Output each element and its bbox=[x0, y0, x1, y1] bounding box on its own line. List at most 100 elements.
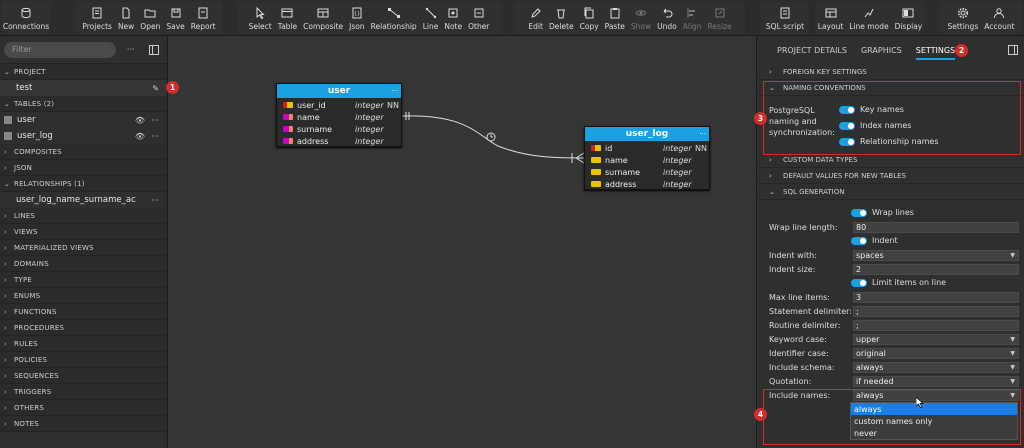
relationship-line[interactable] bbox=[168, 36, 756, 448]
section-project[interactable]: ⌄ PROJECT bbox=[0, 64, 167, 80]
line-button[interactable]: Line bbox=[420, 2, 442, 34]
relationship-button[interactable]: Relationship bbox=[368, 2, 420, 34]
note-button[interactable]: Note bbox=[441, 2, 465, 34]
undo-button[interactable]: Undo bbox=[654, 2, 680, 34]
column-row[interactable]: address integer bbox=[585, 178, 709, 190]
section-json[interactable]: › JSON bbox=[0, 160, 167, 176]
section-triggers[interactable]: › TRIGGERS bbox=[0, 384, 167, 400]
tab-graphics[interactable]: GRAPHICS bbox=[861, 46, 902, 55]
paste-button[interactable]: Paste bbox=[602, 2, 628, 34]
column-row[interactable]: surname integer bbox=[585, 166, 709, 178]
layout-button[interactable]: Layout bbox=[815, 2, 847, 34]
toggle-switch[interactable] bbox=[851, 278, 867, 287]
table-menu-icon[interactable]: ··· bbox=[391, 87, 398, 95]
statement-delimiter-input[interactable]: ; bbox=[853, 306, 1019, 317]
account-button[interactable]: Account bbox=[981, 2, 1017, 34]
copy-button[interactable]: Copy bbox=[577, 2, 602, 34]
section-sequences[interactable]: › SEQUENCES bbox=[0, 368, 167, 384]
section-sql-generation[interactable]: ⌄ SQL GENERATION bbox=[757, 184, 1024, 200]
section-procedures[interactable]: › PROCEDURES bbox=[0, 320, 167, 336]
composite-button[interactable]: Composite bbox=[300, 2, 346, 34]
toggle-switch[interactable] bbox=[851, 236, 867, 245]
table-header[interactable]: user ··· bbox=[277, 84, 401, 98]
section-materialized-views[interactable]: › MATERIALIZED VIEWS bbox=[0, 240, 167, 256]
column-row[interactable]: name integer bbox=[585, 154, 709, 166]
indent-size-input[interactable]: 2 bbox=[853, 264, 1019, 275]
select-button[interactable]: Select bbox=[246, 2, 275, 34]
other-button[interactable]: Other bbox=[465, 2, 492, 34]
column-row[interactable]: name integer bbox=[277, 111, 401, 123]
section-type[interactable]: › TYPE bbox=[0, 272, 167, 288]
sidebar-item[interactable]: user_log 👁 ··· bbox=[0, 128, 167, 144]
more-icon[interactable]: ··· bbox=[151, 132, 159, 141]
tab-settings[interactable]: SETTINGS bbox=[915, 46, 956, 60]
section-foreign-key-settings[interactable]: › FOREIGN KEY SETTINGS bbox=[757, 64, 1024, 80]
filter-input[interactable] bbox=[4, 41, 116, 58]
toggle-limit-items[interactable]: Limit items on line bbox=[851, 278, 946, 287]
diagram-canvas[interactable]: user ··· user_id integer NN name integer surnam… bbox=[168, 36, 756, 448]
section-default-values[interactable]: › DEFAULT VALUES FOR NEW TABLES bbox=[757, 168, 1024, 184]
section-functions[interactable]: › FUNCTIONS bbox=[0, 304, 167, 320]
projects-button[interactable]: Projects bbox=[79, 2, 115, 34]
sidebar-item[interactable]: test ✎ bbox=[0, 80, 167, 96]
indent-with-select[interactable]: spaces ▼ bbox=[853, 250, 1019, 261]
section-relationships[interactable]: ⌄ RELATIONSHIPS (1) bbox=[0, 176, 167, 192]
max-line-items-input[interactable]: 3 bbox=[853, 292, 1019, 303]
wrap-line-length-input[interactable]: 80 bbox=[853, 222, 1019, 233]
toggle-indent[interactable]: Indent bbox=[851, 236, 898, 245]
section-policies[interactable]: › POLICIES bbox=[0, 352, 167, 368]
table-button[interactable]: Table bbox=[275, 2, 300, 34]
toggle-switch[interactable] bbox=[851, 208, 867, 217]
delete-button[interactable]: Delete bbox=[546, 2, 577, 34]
sidebar-item-label: user bbox=[17, 115, 36, 125]
section-domains[interactable]: › DOMAINS bbox=[0, 256, 167, 272]
tab-project-details[interactable]: PROJECT DETAILS bbox=[777, 46, 847, 55]
section-others[interactable]: › OTHERS bbox=[0, 400, 167, 416]
more-icon[interactable]: ··· bbox=[151, 196, 159, 205]
quotation-select[interactable]: if needed ▼ bbox=[853, 376, 1019, 387]
sidebar-item[interactable]: user_log_name_surname_ac ··· bbox=[0, 192, 167, 208]
section-rules[interactable]: › RULES bbox=[0, 336, 167, 352]
more-icon[interactable]: ··· bbox=[151, 116, 159, 125]
table-header[interactable]: user_log ··· bbox=[585, 127, 709, 141]
align-button[interactable]: Align bbox=[680, 2, 705, 34]
identifier-case-select[interactable]: original ▼ bbox=[853, 348, 1019, 359]
resize-button[interactable]: Resize bbox=[705, 2, 735, 34]
keyword-case-select[interactable]: upper ▼ bbox=[853, 334, 1019, 345]
show-button[interactable]: Show bbox=[628, 2, 654, 34]
json-button[interactable]: {} Json bbox=[346, 2, 367, 34]
section-enums[interactable]: › ENUMS bbox=[0, 288, 167, 304]
save-button[interactable]: Save bbox=[163, 2, 187, 34]
section-views[interactable]: › VIEWS bbox=[0, 224, 167, 240]
eye-icon[interactable]: 👁 bbox=[135, 116, 145, 125]
table-user[interactable]: user ··· user_id integer NN name integer surnam… bbox=[276, 83, 402, 147]
display-button[interactable]: Display bbox=[892, 2, 926, 34]
table-menu-icon[interactable]: ··· bbox=[699, 130, 706, 138]
sql-script-button[interactable]: SQL script bbox=[763, 2, 807, 34]
section-notes[interactable]: › NOTES bbox=[0, 416, 167, 432]
settings-button[interactable]: Settings bbox=[944, 2, 981, 34]
eye-icon[interactable]: 👁 bbox=[135, 132, 145, 141]
new-button[interactable]: New bbox=[115, 2, 137, 34]
table-user-log[interactable]: user_log ··· id integer NN name integer surname… bbox=[584, 126, 710, 190]
collapse-panel-icon[interactable] bbox=[146, 42, 164, 58]
connections-button[interactable]: Connections bbox=[0, 2, 52, 34]
sidebar-item[interactable]: user 👁 ··· bbox=[0, 112, 167, 128]
routine-delimiter-input[interactable]: ; bbox=[853, 320, 1019, 331]
line-mode-button[interactable]: Line mode bbox=[846, 2, 891, 34]
section-composites[interactable]: › COMPOSITES bbox=[0, 144, 167, 160]
column-row[interactable]: address integer bbox=[277, 135, 401, 147]
column-row[interactable]: user_id integer NN bbox=[277, 99, 401, 111]
edit-button[interactable]: Edit bbox=[525, 2, 546, 34]
pencil-icon[interactable]: ✎ bbox=[152, 84, 159, 93]
toggle-wrap-lines[interactable]: Wrap lines bbox=[851, 208, 914, 217]
section-tables[interactable]: ⌄ TABLES (2) bbox=[0, 96, 167, 112]
section-lines[interactable]: › LINES bbox=[0, 208, 167, 224]
include-schema-select[interactable]: always ▼ bbox=[853, 362, 1019, 373]
column-row[interactable]: id integer NN bbox=[585, 142, 709, 154]
open-button[interactable]: Open bbox=[137, 2, 163, 34]
more-options-icon[interactable]: ··· bbox=[122, 42, 140, 58]
column-row[interactable]: surname integer bbox=[277, 123, 401, 135]
report-button[interactable]: Report bbox=[188, 2, 219, 34]
panel-toggle-icon[interactable] bbox=[1008, 45, 1018, 57]
